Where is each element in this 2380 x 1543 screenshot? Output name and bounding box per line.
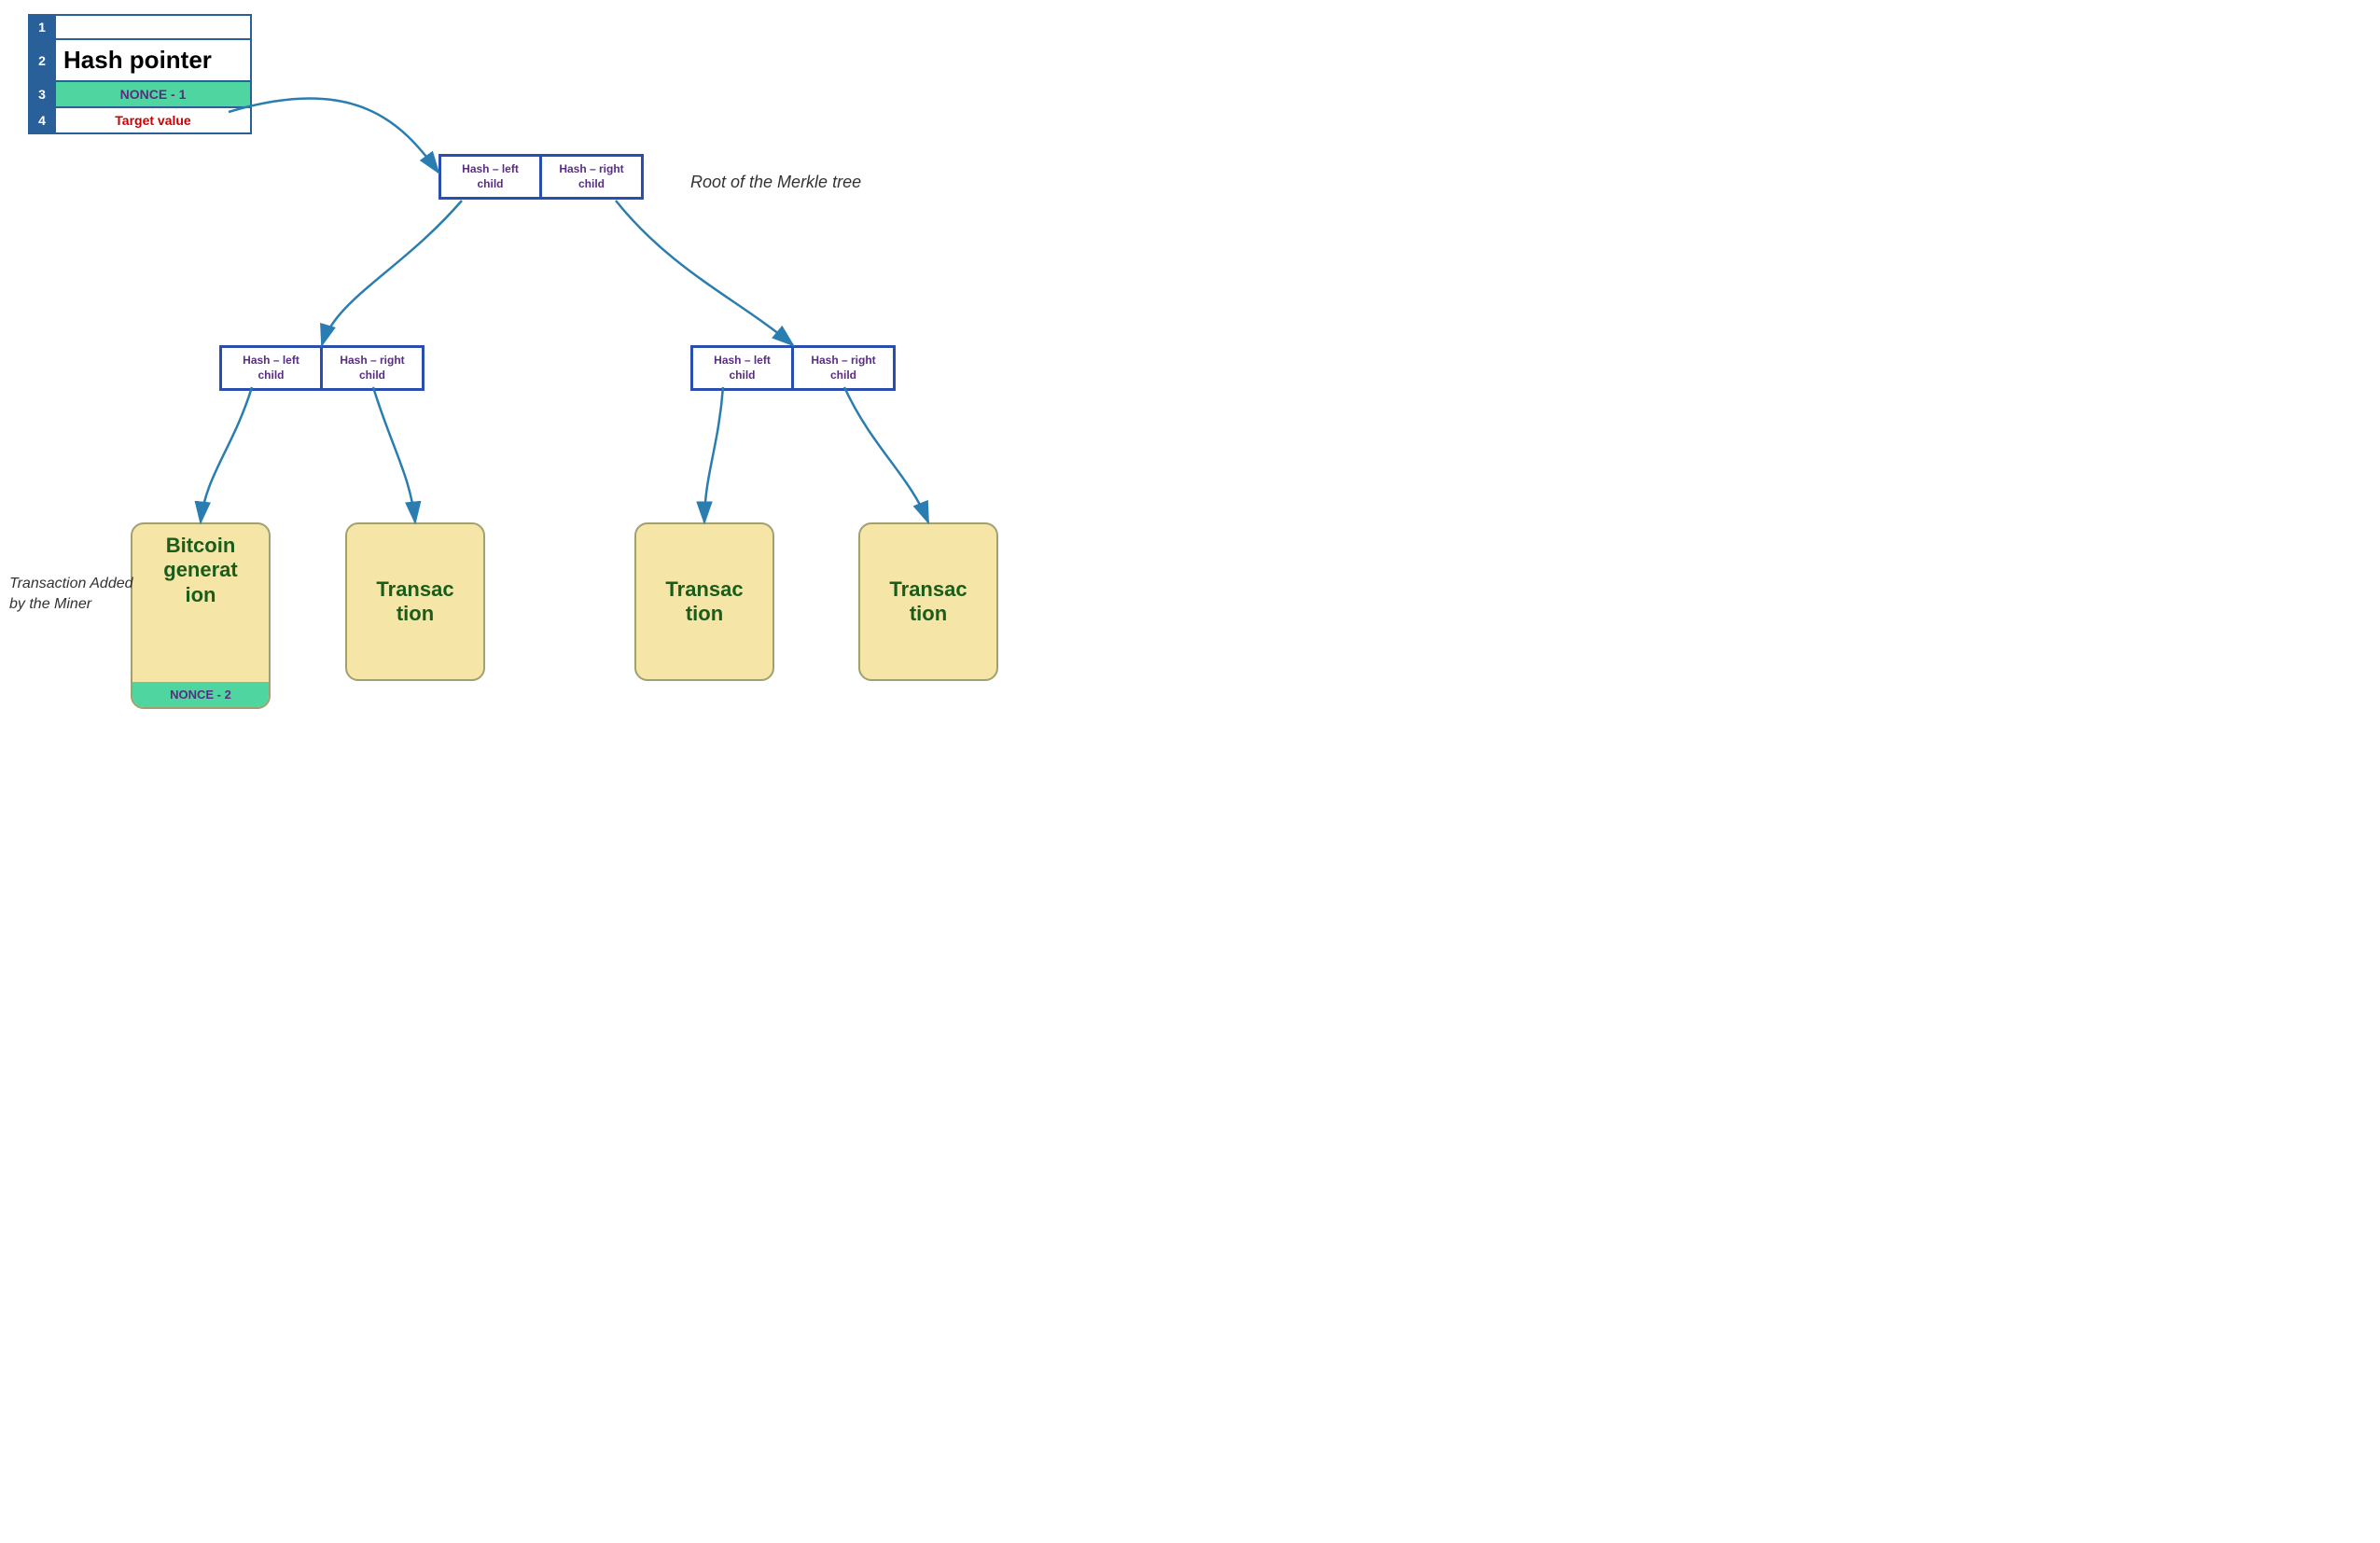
row-num-1: 1: [29, 15, 55, 39]
mid-left-node: Hash – leftchild Hash – rightchild: [219, 345, 425, 391]
tx-3-label: Transaction: [654, 568, 754, 636]
hash-pointer-label: Hash pointer: [55, 39, 251, 81]
mid-right-node: Hash – leftchild Hash – rightchild: [690, 345, 896, 391]
tx-node-4: Transaction: [858, 522, 998, 681]
tx-2-label: Transaction: [365, 568, 465, 636]
root-node: Hash – leftchild Hash – rightchild: [438, 154, 644, 200]
mid-left-left-cell: Hash – leftchild: [221, 347, 322, 389]
nonce-1-label: NONCE - 1: [55, 81, 251, 107]
root-left-cell: Hash – leftchild: [440, 156, 541, 198]
tx-node-1: Bitcoingeneration NONCE - 2: [131, 522, 271, 709]
mid-right-right-cell: Hash – rightchild: [793, 347, 894, 389]
mid-right-left-cell: Hash – leftchild: [692, 347, 793, 389]
target-value-label: Target value: [55, 107, 251, 133]
tx-node-3: Transaction: [634, 522, 774, 681]
mid-left-right-cell: Hash – rightchild: [322, 347, 423, 389]
block-header-table: 1 2 Hash pointer 3 NONCE - 1 4 Target va…: [28, 14, 252, 134]
row-num-3: 3: [29, 81, 55, 107]
tx-added-label: Transaction Addedby the Miner: [9, 574, 133, 616]
tx-1-label: Bitcoingeneration: [152, 524, 248, 617]
root-right-cell: Hash – rightchild: [541, 156, 642, 198]
tx-node-2: Transaction: [345, 522, 485, 681]
root-label: Root of the Merkle tree: [690, 173, 861, 192]
tx-1-nonce: NONCE - 2: [132, 682, 269, 707]
row1-content: [55, 15, 251, 39]
row-num-4: 4: [29, 107, 55, 133]
row-num-2: 2: [29, 39, 55, 81]
tx-4-label: Transaction: [878, 568, 978, 636]
